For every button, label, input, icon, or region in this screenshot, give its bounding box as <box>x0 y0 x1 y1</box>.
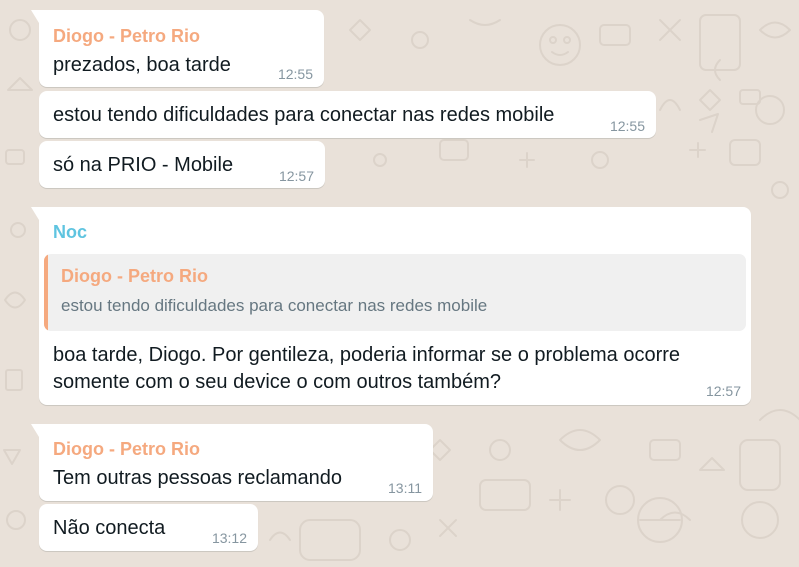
message-text: estou tendo dificuldades para conectar n… <box>53 104 555 126</box>
message-time: 13:12 <box>211 530 247 546</box>
message-text-line: somente com o seu device o com outros ta… <box>53 371 501 393</box>
message-time: 12:55 <box>277 66 313 82</box>
message-sender[interactable]: Noc <box>53 222 87 243</box>
quote-accent-bar <box>44 254 48 331</box>
message-bubble[interactable]: Noc Diogo - Petro Rio estou tendo dificu… <box>31 207 751 405</box>
message-text: só na PRIO - Mobile <box>53 154 234 176</box>
message-text: prezados, boa tarde <box>53 54 231 76</box>
quoted-text: estou tendo dificuldades para conectar n… <box>61 296 488 315</box>
message-time: 13:11 <box>388 480 422 496</box>
bubble-tail <box>31 207 39 220</box>
message-bubble[interactable]: estou tendo dificuldades para conectar n… <box>39 91 656 138</box>
message-bubble[interactable]: só na PRIO - Mobile 12:57 <box>39 141 325 188</box>
message-bubble[interactable]: Não conecta 13:12 <box>39 504 258 551</box>
bubble-tail <box>31 424 39 437</box>
quoted-sender: Diogo - Petro Rio <box>61 266 208 286</box>
message-bubble[interactable]: Diogo - Petro Rio Tem outras pessoas rec… <box>31 424 433 501</box>
message-sender[interactable]: Diogo - Petro Rio <box>53 26 200 47</box>
message-text: Não conecta <box>53 517 166 539</box>
quoted-message[interactable]: Diogo - Petro Rio estou tendo dificuldad… <box>44 254 746 331</box>
message-time: 12:55 <box>609 118 645 134</box>
message-time: 12:57 <box>278 168 314 184</box>
message-text: Tem outras pessoas reclamando <box>53 467 343 489</box>
message-sender[interactable]: Diogo - Petro Rio <box>53 439 200 460</box>
message-text-line: boa tarde, Diogo. Por gentileza, poderia… <box>53 344 681 366</box>
message-time: 12:57 <box>705 383 741 399</box>
bubble-tail <box>31 10 39 23</box>
message-bubble[interactable]: Diogo - Petro Rio prezados, boa tarde 12… <box>31 10 324 87</box>
